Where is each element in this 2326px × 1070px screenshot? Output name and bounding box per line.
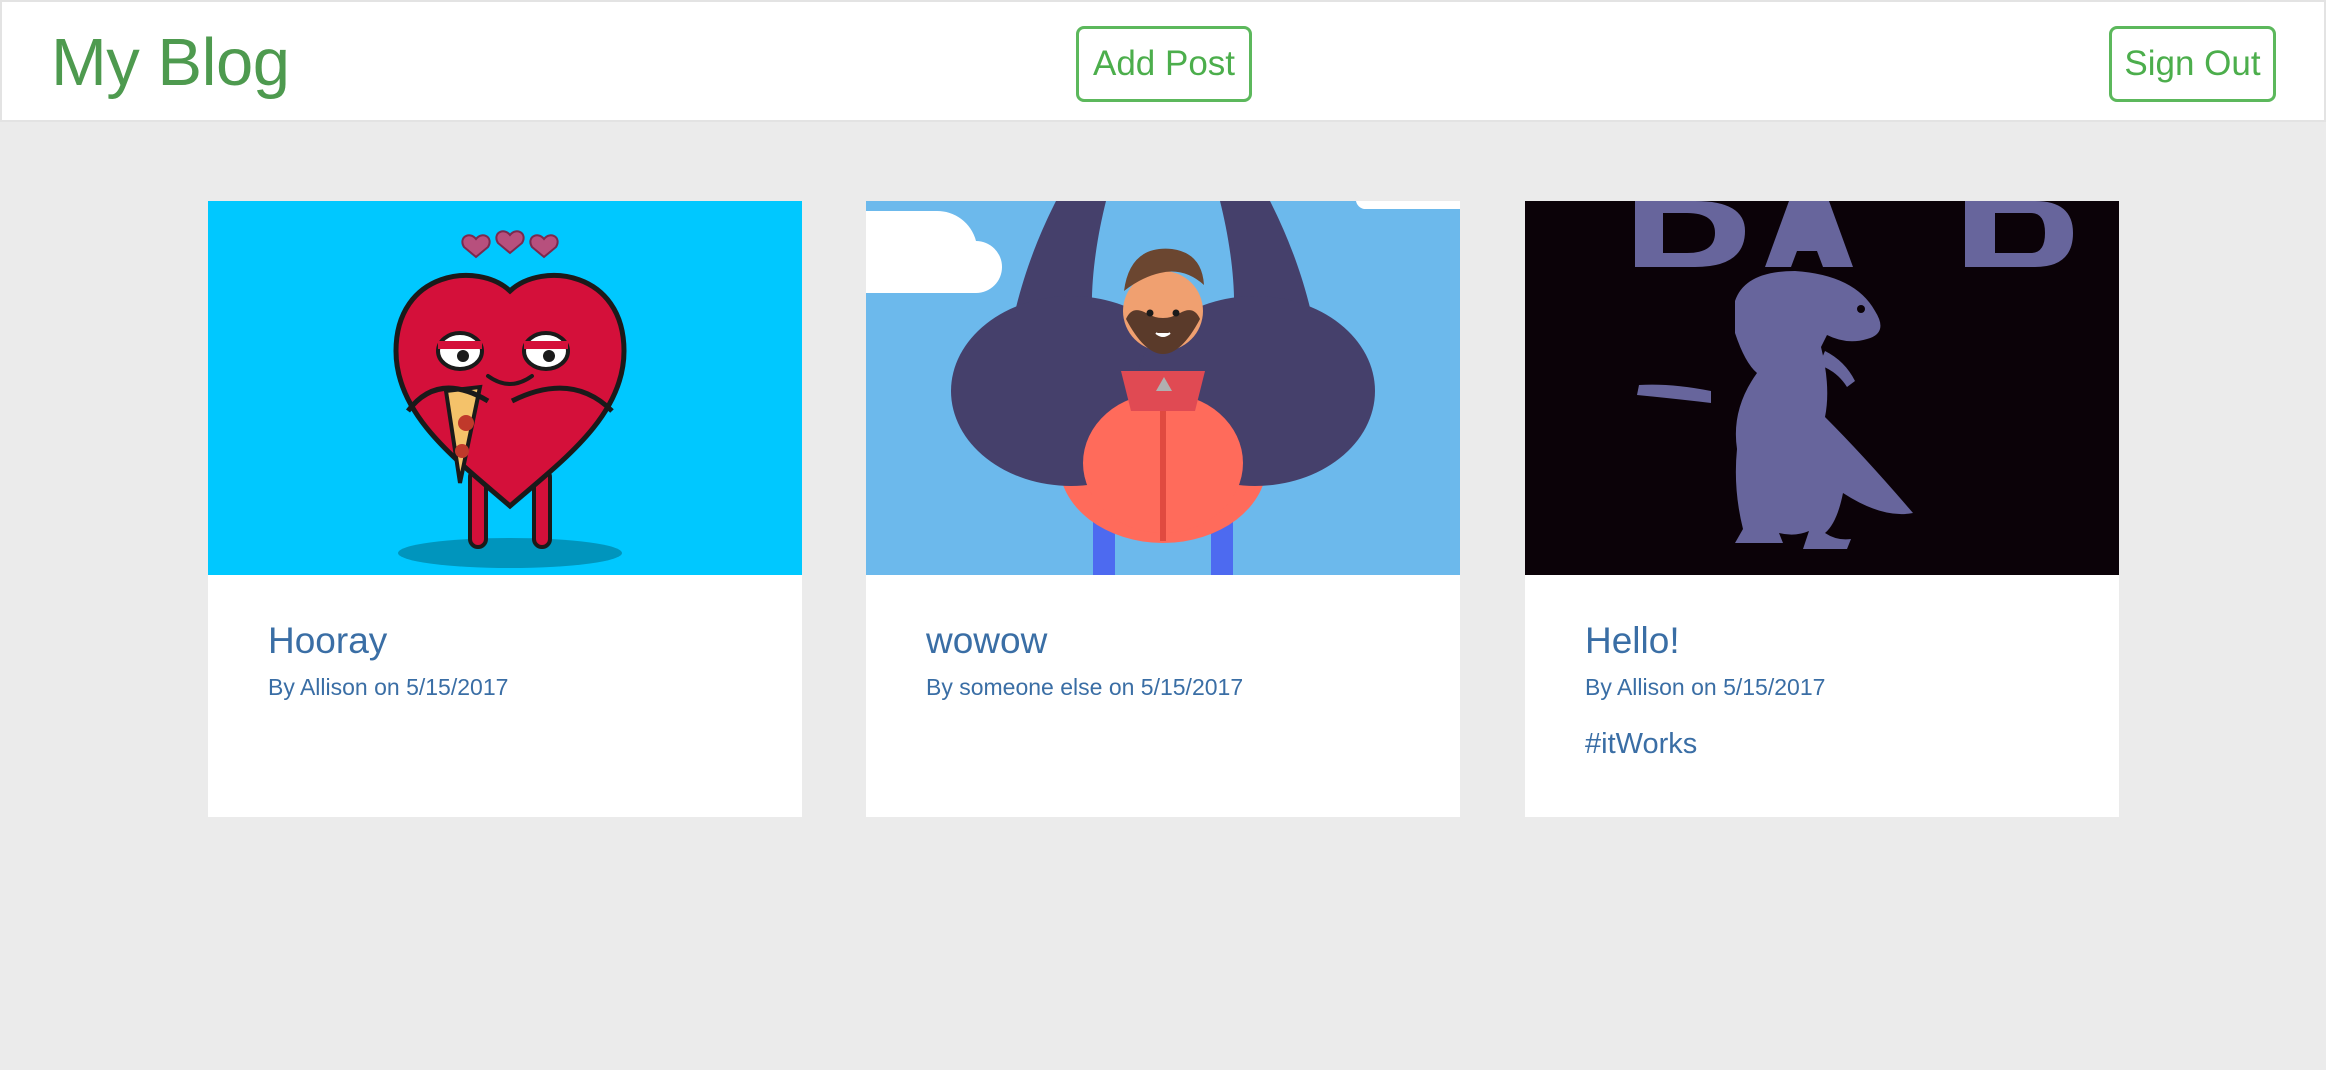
brand-title[interactable]: My Blog [51,18,290,108]
post-title[interactable]: wowow [926,619,1047,663]
post-byline: By Allison on 5/15/2017 [1585,674,1826,700]
post-tags[interactable]: #itWorks [1585,726,1697,762]
dancing-dinosaur-dab-icon [1525,201,2119,575]
post-byline: By someone else on 5/15/2017 [926,674,1244,700]
post-image[interactable] [1525,201,2119,575]
post-title[interactable]: Hooray [268,619,387,663]
post-title[interactable]: Hello! [1585,619,1680,663]
post-card[interactable]: wowow By someone else on 5/15/2017 [866,201,1460,817]
post-card[interactable]: Hello! By Allison on 5/15/2017 #itWorks [1525,201,2119,817]
post-image[interactable] [208,201,802,575]
sign-out-button[interactable]: Sign Out [2109,26,2276,102]
heart-eating-pizza-icon [208,201,802,575]
post-byline: By Allison on 5/15/2017 [268,674,509,700]
add-post-button[interactable]: Add Post [1076,26,1252,102]
navbar: My Blog Add Post Sign Out [0,0,2326,122]
post-image[interactable] [866,201,1460,575]
bearded-man-flexing-icon [866,201,1460,575]
post-card[interactable]: Hooray By Allison on 5/15/2017 [208,201,802,817]
